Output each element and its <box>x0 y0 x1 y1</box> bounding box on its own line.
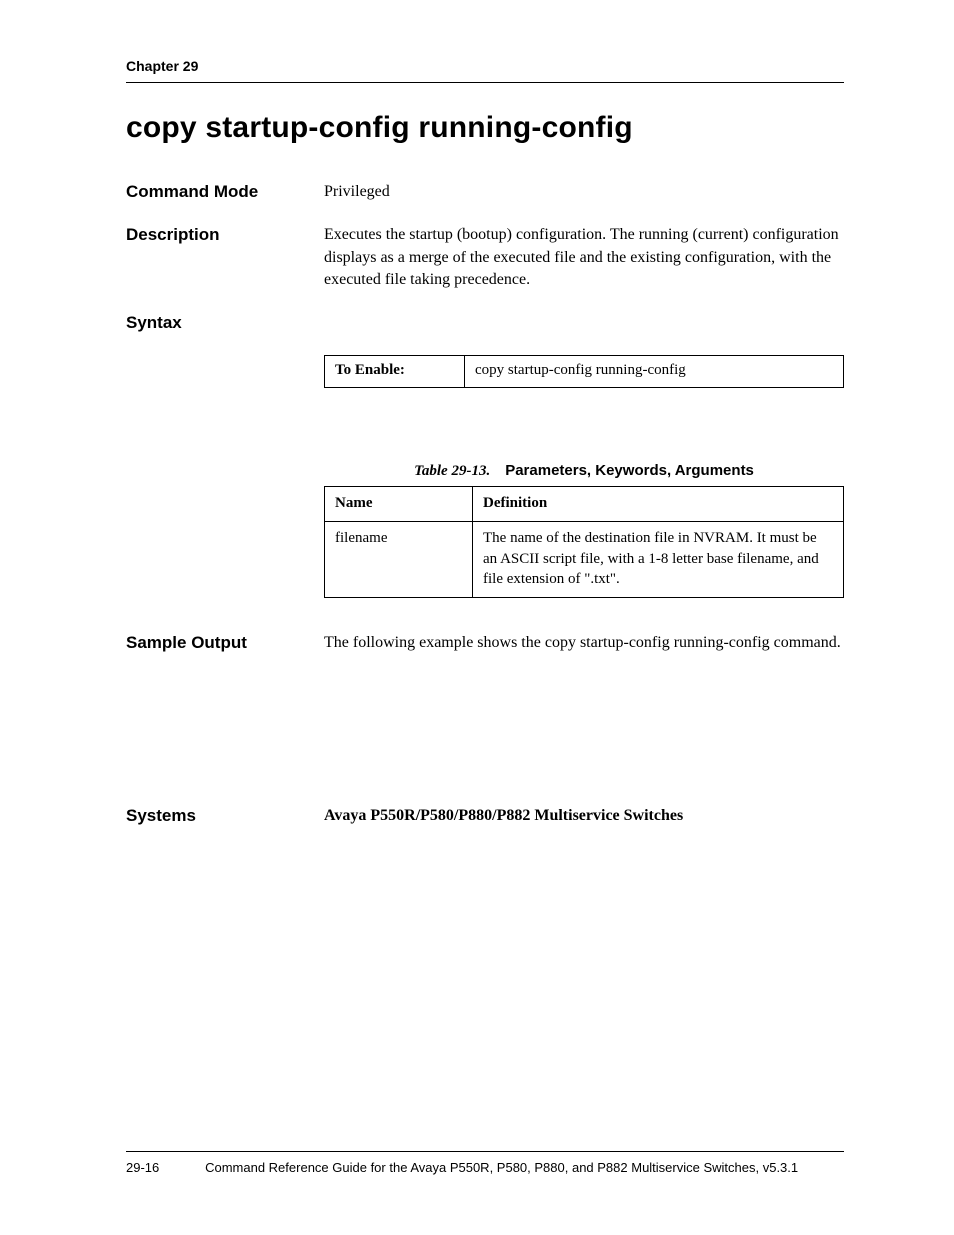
footer-page-number: 29-16 <box>126 1160 159 1175</box>
footer-doc-title: Command Reference Guide for the Avaya P5… <box>159 1160 844 1175</box>
description-label: Description <box>126 224 324 247</box>
table-row: filename The name of the destination fil… <box>325 522 844 598</box>
sample-output-label: Sample Output <box>126 632 324 655</box>
systems-value: Avaya P550R/P580/P880/P882 Multiservice … <box>324 805 844 828</box>
param-definition-cell: The name of the destination file in NVRA… <box>473 522 844 598</box>
sample-output-row: Sample Output The following example show… <box>126 632 844 655</box>
syntax-table-wrap: To Enable: copy startup-config running-c… <box>324 355 844 388</box>
running-header: Chapter 29 <box>126 58 844 74</box>
params-header-name: Name <box>325 487 473 522</box>
systems-row: Systems Avaya P550R/P580/P880/P882 Multi… <box>126 805 844 828</box>
description-row: Description Executes the startup (bootup… <box>126 224 844 292</box>
page-title: copy startup-config running-config <box>126 111 844 145</box>
footer-line: 29-16 Command Reference Guide for the Av… <box>126 1160 844 1175</box>
command-mode-value: Privileged <box>324 181 844 204</box>
footer-rule <box>126 1151 844 1152</box>
param-name-cell: filename <box>325 522 473 598</box>
syntax-label: Syntax <box>126 312 324 335</box>
command-mode-label: Command Mode <box>126 181 324 204</box>
page-footer: 29-16 Command Reference Guide for the Av… <box>126 1151 844 1175</box>
page: Chapter 29 copy startup-config running-c… <box>0 0 954 1235</box>
systems-label: Systems <box>126 805 324 828</box>
syntax-table-row: To Enable: copy startup-config running-c… <box>325 356 844 388</box>
sample-output-value: The following example shows the copy sta… <box>324 632 844 655</box>
params-header-row: Name Definition <box>325 487 844 522</box>
params-table: Name Definition filename The name of the… <box>324 486 844 598</box>
syntax-enable-label-text: To Enable: <box>335 362 405 378</box>
syntax-enable-value: copy startup-config running-config <box>465 356 844 388</box>
command-mode-row: Command Mode Privileged <box>126 181 844 204</box>
syntax-table: To Enable: copy startup-config running-c… <box>324 355 844 388</box>
params-header-definition: Definition <box>473 487 844 522</box>
syntax-enable-label: To Enable: <box>325 356 465 388</box>
syntax-row: Syntax <box>126 312 844 335</box>
params-caption-number: Table 29-13. <box>414 463 490 479</box>
header-rule <box>126 82 844 83</box>
params-caption-title: Parameters, Keywords, Arguments <box>505 462 754 479</box>
description-value: Executes the startup (bootup) configurat… <box>324 224 844 292</box>
params-table-wrap: Name Definition filename The name of the… <box>324 486 844 598</box>
params-caption: Table 29-13. Parameters, Keywords, Argum… <box>324 462 844 480</box>
